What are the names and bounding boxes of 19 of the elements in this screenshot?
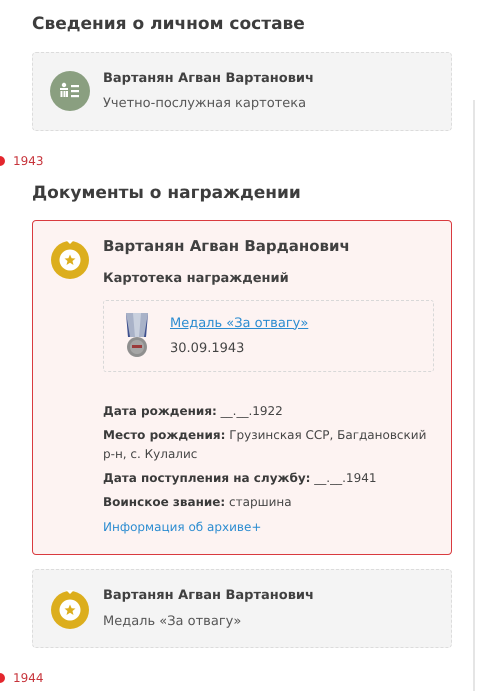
- detail-field: Место рождения: Грузинская ССР, Багдановский р-н, с. Кулалис: [103, 426, 434, 464]
- person-name: Вартанян Агван Варданович: [103, 236, 351, 257]
- person-name: Вартанян Агван Вартанович: [103, 70, 315, 88]
- record-card[interactable]: Вартанян Агван Вартанович Учетно-послужная картотека: [32, 52, 452, 130]
- card-subtitle: Картотека награждений: [103, 270, 290, 288]
- detail-field: Дата рождения: __.__.1922: [103, 402, 434, 421]
- section-heading: Сведения о личном составе: [32, 13, 306, 36]
- card-subtitle: Медаль «За отвагу»: [103, 612, 242, 630]
- record-card[interactable]: Вартанян Агван Вартанович Медаль «За отвагу»: [32, 569, 452, 648]
- year-label: 1944: [13, 670, 44, 687]
- card-subtitle: Учетно-послужная картотека: [103, 95, 308, 113]
- person-name: Вартанян Агван Вартанович: [103, 587, 315, 605]
- detail-field: Воинское звание: старшина: [103, 493, 434, 512]
- award-date: 30.09.1943: [170, 340, 246, 358]
- section-heading: Документы о награждении: [32, 182, 302, 204]
- detail-field: Дата поступления на службу: __.__.1941: [103, 469, 434, 488]
- medal-icon: [124, 313, 150, 359]
- personnel-file-icon: [50, 71, 90, 111]
- year-label: 1943: [13, 152, 44, 170]
